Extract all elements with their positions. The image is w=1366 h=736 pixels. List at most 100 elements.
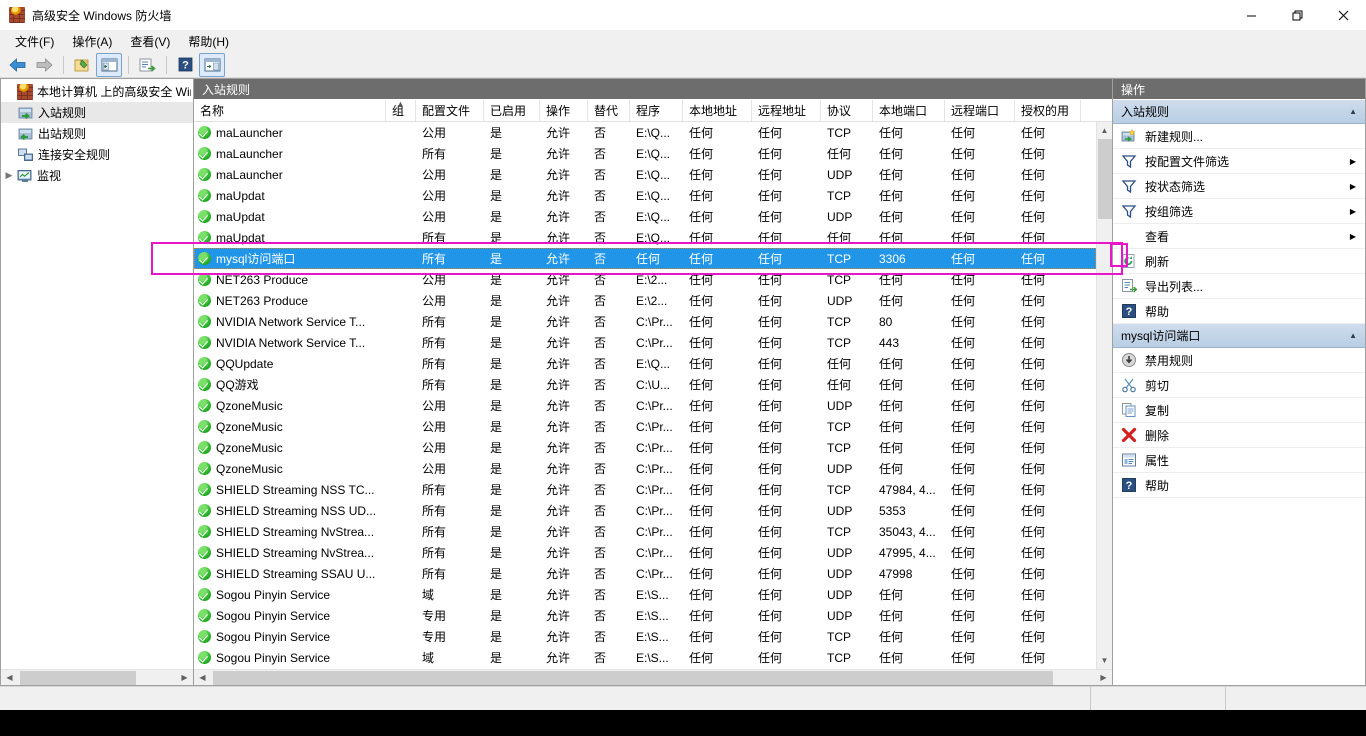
sidebar-item-connection-security-rules[interactable]: 连接安全规则 [1,144,193,165]
sidebar-item-inbound-rules[interactable]: 入站规则 [1,102,193,123]
scroll-right-icon[interactable]: ▶ [1095,670,1112,686]
list-hscroll-thumb[interactable] [213,670,1053,685]
menu-file[interactable]: 文件(F) [6,31,63,52]
action-item-filter[interactable]: 按组筛选 ▶ [1113,199,1365,224]
table-row[interactable]: NVIDIA Network Service T... 所有 是 允许 否 C:\Pr..… [194,332,1096,353]
submenu-arrow-icon[interactable]: ▶ [1350,182,1356,191]
list-vertical-scrollbar[interactable]: ▲ ▼ [1096,122,1112,669]
submenu-arrow-icon[interactable]: ▶ [1350,232,1356,241]
table-row[interactable]: SHIELD Streaming NSS TC... 所有 是 允许 否 C:\Pr...… [194,479,1096,500]
table-row[interactable]: QzoneMusic 公用 是 允许 否 C:\Pr... 任何 任何 UDP 任何 任何 任何 [194,395,1096,416]
show-hide-console-tree-icon[interactable] [96,52,122,77]
action-item-help[interactable]: ? 帮助 [1113,473,1365,498]
scroll-down-icon[interactable]: ▼ [1096,652,1112,669]
column-header-local_addr[interactable]: 本地地址 [683,100,752,121]
table-row[interactable]: maUpdat 所有 是 允许 否 E:\Q... 任何 任何 任何 任何 任何 任何 [194,227,1096,248]
table-row[interactable]: NET263 Produce 公用 是 允许 否 E:\2... 任何 任何 TCP 任何 任何 任何 [194,269,1096,290]
action-item-delete[interactable]: 删除 [1113,423,1365,448]
forward-icon[interactable] [31,53,57,77]
list-vscroll-thumb[interactable] [1097,139,1112,219]
action-item-copy[interactable]: 复制 [1113,398,1365,423]
column-header-local_port[interactable]: 本地端口 [873,100,945,121]
help-icon[interactable]: ? [172,53,198,77]
table-row[interactable]: mysql访问端口 所有 是 允许 否 任何 任何 任何 TCP 3306 任何 任何 [194,248,1096,269]
table-row[interactable]: maUpdat 公用 是 允许 否 E:\Q... 任何 任何 UDP 任何 任何 任何 [194,206,1096,227]
list-vscroll-track[interactable] [1096,139,1112,652]
table-row[interactable]: QQ游戏 所有 是 允许 否 C:\U... 任何 任何 任何 任何 任何 任何 [194,374,1096,395]
column-header-remote_addr[interactable]: 远程地址 [752,100,821,121]
back-icon[interactable] [4,53,30,77]
action-group-header-1[interactable]: mysql访问端口 ▲ [1113,324,1365,348]
cell-local_port: 任何 [879,441,904,455]
scroll-left-icon[interactable]: ◀ [194,670,211,686]
column-header-enabled[interactable]: 已启用 [484,100,540,121]
action-item-filter[interactable]: 按状态筛选 ▶ [1113,174,1365,199]
action-item-refresh[interactable]: 刷新 [1113,249,1365,274]
column-header-protocol[interactable]: 协议 [821,100,873,121]
submenu-arrow-icon[interactable]: ▶ [1350,157,1356,166]
column-header-action[interactable]: 操作 [540,100,588,121]
table-row[interactable]: NET263 Produce 公用 是 允许 否 E:\2... 任何 任何 UDP 任何 任何 任何 [194,290,1096,311]
scroll-left-icon[interactable]: ◀ [1,670,18,686]
column-header-profile[interactable]: 配置文件 [416,100,484,121]
submenu-arrow-icon[interactable]: ▶ [1350,207,1356,216]
tree-horizontal-scrollbar[interactable]: ◀ ▶ [1,669,193,685]
table-row[interactable]: Sogou Pinyin Service 域 是 允许 否 E:\S... 任何 任何 TCP 任… [194,647,1096,668]
table-row[interactable]: SHIELD Streaming NvStrea... 所有 是 允许 否 C:\Pr..… [194,521,1096,542]
cell-users: 任何 [1021,525,1046,539]
menu-view[interactable]: 查看(V) [121,31,179,52]
table-row[interactable]: SHIELD Streaming SSAU U... 所有 是 允许 否 C:\Pr...… [194,563,1096,584]
column-header-group[interactable]: 组 ▲ [386,100,416,121]
table-row[interactable]: maUpdat 公用 是 允许 否 E:\Q... 任何 任何 TCP 任何 任何 任何 [194,185,1096,206]
filter-icon [1121,203,1137,219]
chevron-up-icon[interactable]: ▲ [1349,107,1357,116]
menu-action[interactable]: 操作(A) [63,31,121,52]
list-hscroll-track[interactable] [211,670,1095,686]
chevron-up-icon[interactable]: ▲ [1349,331,1357,340]
restore-button[interactable] [1274,0,1320,30]
action-item-export-list[interactable]: 导出列表... [1113,274,1365,299]
menu-help[interactable]: 帮助(H) [179,31,238,52]
action-item-none[interactable]: 查看 ▶ [1113,224,1365,249]
sidebar-item-outbound-rules[interactable]: 出站规则 [1,123,193,144]
chevron-right-icon[interactable]: ▶ [1,170,17,181]
table-row[interactable]: maLauncher 公用 是 允许 否 E:\Q... 任何 任何 UDP 任何 任何 任何 [194,164,1096,185]
sidebar-item-monitoring[interactable]: ▶ 监视 [1,165,193,186]
table-row[interactable]: SHIELD Streaming NvStrea... 所有 是 允许 否 C:\Pr..… [194,542,1096,563]
table-row[interactable]: Sogou Pinyin Service 域 是 允许 否 E:\S... 任何 任何 UDP 任… [194,584,1096,605]
table-row[interactable]: NVIDIA Network Service T... 所有 是 允许 否 C:\Pr..… [194,311,1096,332]
action-item-help[interactable]: ? 帮助 [1113,299,1365,324]
table-row[interactable]: SHIELD Streaming NSS UD... 所有 是 允许 否 C:\Pr...… [194,500,1096,521]
table-row[interactable]: QzoneMusic 公用 是 允许 否 C:\Pr... 任何 任何 TCP 任何 任何 任何 [194,437,1096,458]
table-row[interactable]: Sogou Pinyin Service 专用 是 允许 否 E:\S... 任何 任何 TCP… [194,626,1096,647]
show-hide-action-pane-icon[interactable] [199,52,225,77]
close-button[interactable] [1320,0,1366,30]
export-list-icon[interactable] [134,53,160,77]
column-header-override[interactable]: 替代 [588,100,630,121]
list-horizontal-scrollbar[interactable]: ◀ ▶ [194,669,1112,685]
table-row[interactable]: maLauncher 公用 是 允许 否 E:\Q... 任何 任何 TCP 任何 任何 任何 [194,122,1096,143]
tree-hscroll-thumb[interactable] [20,670,136,685]
properties-icon[interactable] [69,53,95,77]
action-group-header-0[interactable]: 入站规则 ▲ [1113,100,1365,124]
table-row[interactable]: QzoneMusic 公用 是 允许 否 C:\Pr... 任何 任何 TCP 任何 任何 任何 [194,416,1096,437]
column-header-remote_port[interactable]: 远程端口 [945,100,1015,121]
table-row[interactable]: QzoneMusic 公用 是 允许 否 C:\Pr... 任何 任何 UDP 任何 任何 任何 [194,458,1096,479]
action-item-properties[interactable]: 属性 [1113,448,1365,473]
table-row[interactable]: maLauncher 所有 是 允许 否 E:\Q... 任何 任何 任何 任何 任何 任何 [194,143,1096,164]
table-row[interactable]: QQUpdate 所有 是 允许 否 E:\Q... 任何 任何 任何 任何 任何 任何 [194,353,1096,374]
table-row[interactable]: Sogou Pinyin Service 专用 是 允许 否 E:\S... 任何 任何 UDP… [194,605,1096,626]
column-header-users[interactable]: 授权的用 [1015,100,1081,121]
action-item-cut[interactable]: 剪切 [1113,373,1365,398]
action-item-disable-rule[interactable]: 禁用规则 [1113,348,1365,373]
column-header-name[interactable]: 名称 [194,100,386,121]
action-item-filter[interactable]: 按配置文件筛选 ▶ [1113,149,1365,174]
tree-item-root[interactable]: 本地计算机 上的高级安全 Wind [1,81,193,102]
column-header-program[interactable]: 程序 [630,100,683,121]
tree-hscroll-track[interactable] [18,670,176,686]
scroll-right-icon[interactable]: ▶ [176,670,193,686]
action-item-new-rule[interactable]: 新建规则... [1113,124,1365,149]
minimize-button[interactable] [1228,0,1274,30]
tree-item-root-label: 本地计算机 上的高级安全 Wind [37,85,191,99]
scroll-up-icon[interactable]: ▲ [1096,122,1112,139]
